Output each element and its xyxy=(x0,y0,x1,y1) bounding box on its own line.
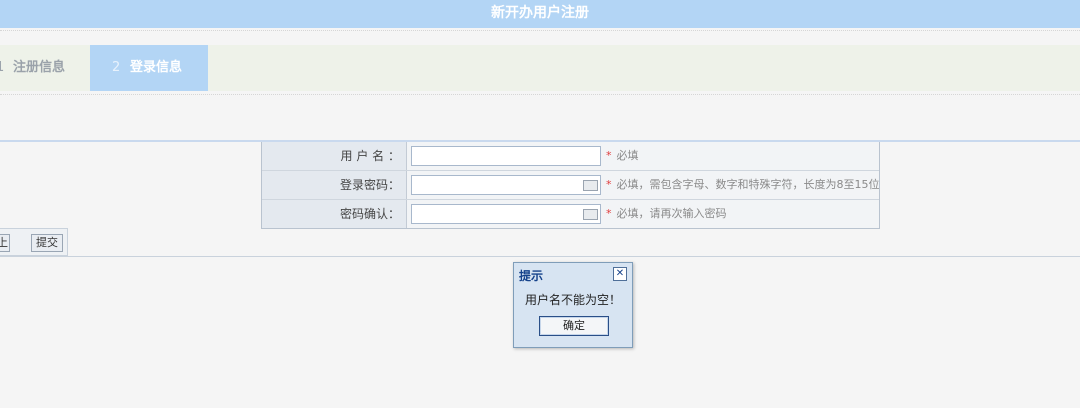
step-register-info[interactable]: 1 注册信息 xyxy=(0,45,90,91)
page-title: 新开办用户注册 xyxy=(491,5,589,21)
submit-button[interactable]: 提交 xyxy=(31,234,63,252)
divider xyxy=(0,94,1080,95)
keyboard-icon[interactable] xyxy=(583,209,598,220)
form-row-username: 用 户 名 ： * 必填 xyxy=(262,142,879,170)
prev-step-button[interactable]: 上一步 xyxy=(0,234,10,252)
step-number: 2 xyxy=(112,60,121,75)
password-label: 登录密码： xyxy=(262,171,407,199)
step-label: 登录信息 xyxy=(130,60,183,75)
keyboard-icon[interactable] xyxy=(583,180,598,191)
username-hint: * 必填 xyxy=(606,149,639,162)
step-bar: 1 注册信息 2 登录信息 xyxy=(0,45,1080,91)
page-title-bar: 新开办用户注册 xyxy=(0,0,1080,28)
dialog-message: 用户名不能为空！ xyxy=(524,293,621,307)
username-label: 用 户 名 ： xyxy=(262,142,407,170)
dialog-title: 提示 xyxy=(519,269,544,283)
required-mark: * xyxy=(606,178,612,191)
close-icon[interactable]: ✕ xyxy=(613,267,627,281)
alert-dialog: 提示 ✕ 用户名不能为空！ 确定 xyxy=(513,262,633,348)
required-mark: * xyxy=(606,149,612,162)
step-label: 注册信息 xyxy=(13,60,66,75)
form-row-password: 登录密码： * 必填，需包含字母、数字和特殊字符，长度为8至15位 xyxy=(262,170,880,199)
username-input[interactable] xyxy=(411,146,601,166)
divider xyxy=(0,30,1080,31)
step-number: 1 xyxy=(0,60,5,75)
form-row-confirm-password: 密码确认： * 必填，请再次输入密码 xyxy=(262,199,879,228)
step-login-info[interactable]: 2 登录信息 xyxy=(90,45,208,91)
ok-button[interactable]: 确定 xyxy=(539,316,609,336)
required-mark: * xyxy=(606,207,612,220)
confirm-password-input[interactable] xyxy=(411,204,601,224)
password-input[interactable] xyxy=(411,175,601,195)
confirm-password-label: 密码确认： xyxy=(262,200,407,228)
divider xyxy=(0,256,1080,257)
button-bar: 上一步 提交 xyxy=(0,228,68,256)
confirm-password-hint: * 必填，请再次输入密码 xyxy=(606,207,727,220)
login-form: 用 户 名 ： * 必填 登录密码： * 必填，需包含字母、数字和特殊字符，长度为8… xyxy=(261,142,880,229)
password-hint: * 必填，需包含字母、数字和特殊字符，长度为8至15位 xyxy=(606,178,880,191)
